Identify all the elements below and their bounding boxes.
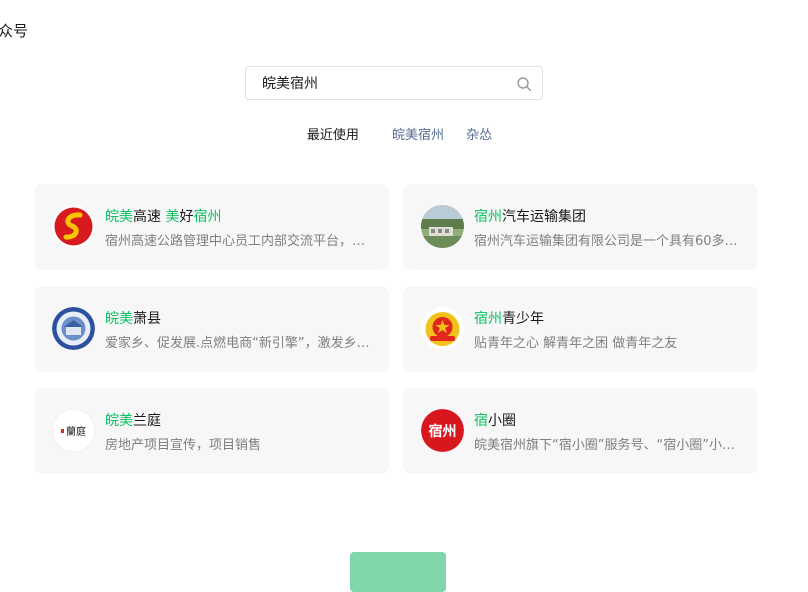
result-card[interactable]: 皖美萧县 爱家乡、促发展.点燃电商“新引擎”，激发乡村振兴新活力 — [34, 286, 389, 372]
suzhou-red-logo-icon: 宿州 — [421, 409, 464, 452]
bottom-action-button[interactable] — [350, 552, 446, 592]
s-logo-icon — [52, 205, 95, 248]
result-card[interactable]: 宿州 宿小圈 皖美宿州旗下“宿小圈”服务号、“宿小圈”小程序，同城生活服务平台 — [403, 388, 758, 474]
account-description: 贴青年之心 解青年之困 做青年之友 — [474, 336, 678, 351]
account-description: 皖美宿州旗下“宿小圈”服务号、“宿小圈”小程序，同城生活服务平台 — [474, 438, 742, 453]
account-name: 宿州青少年 — [474, 311, 544, 327]
account-name: 皖美萧县 — [105, 311, 161, 327]
account-description: 爱家乡、促发展.点燃电商“新引擎”，激发乡村振兴新活力 — [105, 336, 373, 351]
account-description: 宿州高速公路管理中心员工内部交流平台，发布宿州高速公路管理中心最新动态 — [105, 234, 373, 249]
page-title: 众号 — [0, 22, 29, 40]
result-card[interactable]: 宿州青少年 贴青年之心 解青年之困 做青年之友 — [403, 286, 758, 372]
xiao-county-seal-icon — [52, 307, 95, 350]
account-description: 房地产项目宣传，项目销售 — [105, 438, 262, 453]
account-description: 宿州汽车运输集团有限公司是一个具有60多年历史的国有道路运输企业 — [474, 234, 742, 249]
result-card[interactable]: 蘭庭 皖美兰庭 房地产项目宣传，项目销售 — [34, 388, 389, 474]
search-box — [245, 66, 543, 100]
search-icon[interactable] — [516, 76, 532, 92]
svg-text:蘭庭: 蘭庭 — [66, 425, 86, 438]
recent-label: 最近使用 — [306, 128, 359, 143]
result-card[interactable]: 皖美高速 美好宿州 宿州高速公路管理中心员工内部交流平台，发布宿州高速公路管理中… — [34, 184, 389, 270]
youth-league-emblem-icon — [421, 307, 464, 350]
recent-item[interactable]: 皖美宿州 — [392, 128, 444, 143]
lanting-logo-icon: 蘭庭 — [52, 409, 95, 452]
recent-searches: 最近使用 皖美宿州 杂怂 — [0, 124, 808, 143]
bus-station-photo-icon — [421, 205, 464, 248]
svg-text:宿州: 宿州 — [429, 423, 457, 440]
account-name: 皖美高速 美好宿州 — [105, 209, 222, 225]
recent-item[interactable]: 杂怂 — [466, 128, 492, 143]
account-name: 宿小圈 — [474, 413, 516, 429]
account-name: 皖美兰庭 — [105, 413, 161, 429]
result-card[interactable]: 宿州汽车运输集团 宿州汽车运输集团有限公司是一个具有60多年历史的国有道路运输企… — [403, 184, 758, 270]
account-name: 宿州汽车运输集团 — [474, 209, 586, 225]
search-input[interactable] — [246, 67, 522, 99]
